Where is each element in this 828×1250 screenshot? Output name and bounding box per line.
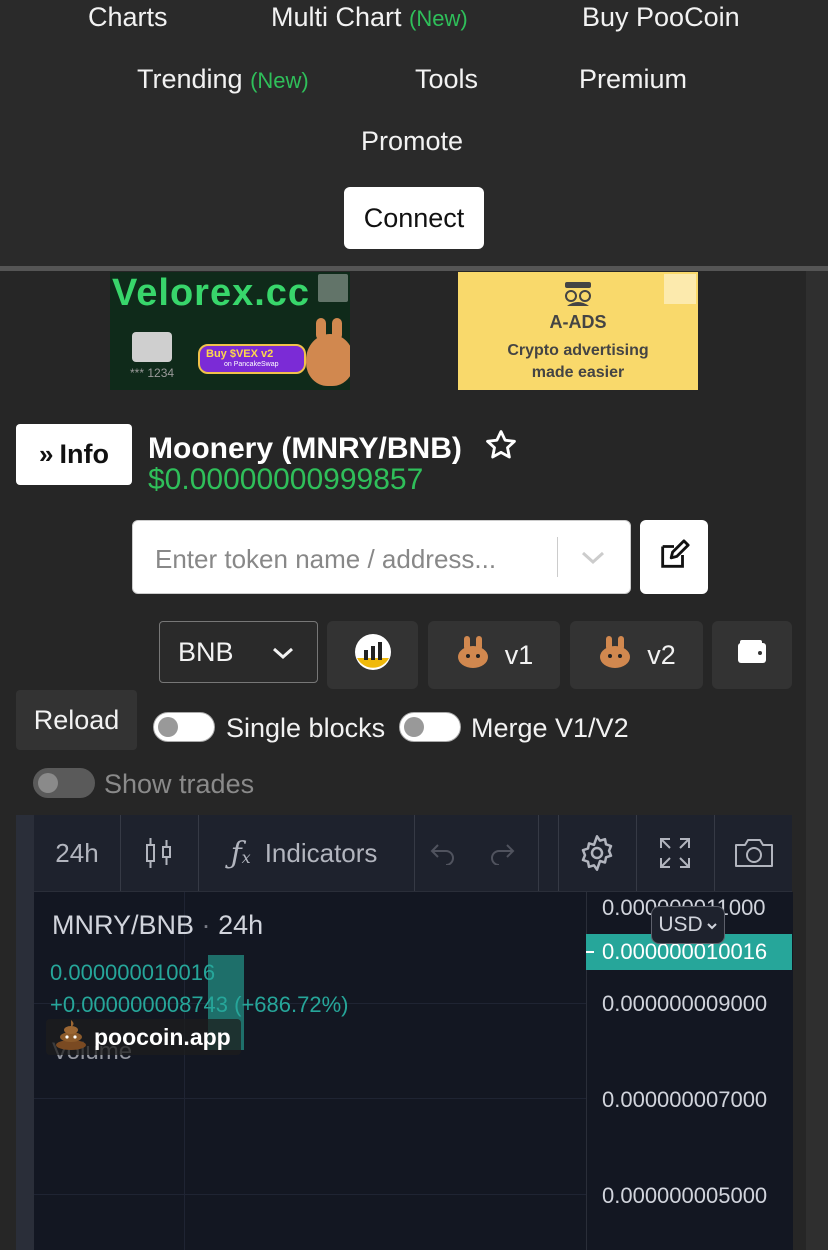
token-search-input[interactable] xyxy=(153,539,547,579)
edit-button[interactable] xyxy=(640,520,708,594)
search-divider xyxy=(557,537,558,577)
token-price: $0.00000000999857 xyxy=(148,463,424,496)
legend-last-value: 0.000000010016 xyxy=(50,960,216,985)
v1-label: v1 xyxy=(504,639,534,670)
show-trades-toggle[interactable] xyxy=(33,768,95,798)
candles-icon[interactable] xyxy=(121,815,197,891)
merge-v1-v2-toggle[interactable] xyxy=(399,712,461,742)
settings-gear-icon[interactable] xyxy=(559,815,635,891)
ad-line1: Crypto advertising xyxy=(507,342,649,359)
ad-info-icon[interactable] xyxy=(318,274,348,302)
grid-line xyxy=(34,1194,586,1195)
nav-tools-link[interactable]: Tools xyxy=(415,64,478,95)
ad-cta-sub: on PancakeSwap xyxy=(224,361,279,368)
chart-pane[interactable] xyxy=(34,892,586,1250)
single-blocks-toggle[interactable] xyxy=(153,712,215,742)
double-chevron-right-icon: » xyxy=(39,439,54,469)
pancake-bunny-icon xyxy=(455,634,491,677)
pancakeswap-v2-button[interactable]: v2 xyxy=(570,621,703,689)
price-tag-tick xyxy=(586,951,594,953)
ad-line2: made easier xyxy=(531,364,625,381)
nav-promote-link[interactable]: Promote xyxy=(361,126,463,157)
v2-label: v2 xyxy=(647,639,676,670)
fullscreen-icon[interactable] xyxy=(637,815,713,891)
new-badge: (New) xyxy=(250,68,309,93)
chevron-down-icon[interactable] xyxy=(579,545,607,574)
grid-line xyxy=(34,1098,586,1099)
chevron-down-icon xyxy=(706,913,718,937)
token-name: Moonery (MNRY/BNB) xyxy=(148,432,462,465)
ad-title: A-ADS xyxy=(549,312,607,332)
chip-icon xyxy=(132,332,172,362)
ad-brand: Velorex.cc xyxy=(112,272,311,314)
ad-card-number: *** 1234 xyxy=(130,366,175,380)
chevron-down-icon xyxy=(271,637,295,668)
price-tick: 0.000000009000 xyxy=(602,991,768,1016)
star-icon[interactable] xyxy=(484,428,518,470)
price-tick: 0.000000007000 xyxy=(602,1087,768,1112)
nav-divider xyxy=(0,266,828,271)
chart-symbol: MNRY/BNB xyxy=(52,910,195,940)
top-nav: Charts Multi Chart (New) Buy PooCoin Tre… xyxy=(0,0,828,266)
wallet-icon xyxy=(737,639,767,672)
scrollbar-track[interactable] xyxy=(806,271,828,1250)
mustache-logo-icon xyxy=(561,280,595,306)
undo-icon[interactable] xyxy=(415,815,471,891)
chart-provider-button[interactable] xyxy=(327,621,418,689)
ad-info-icon[interactable] xyxy=(664,274,696,304)
nav-multi-chart-label: Multi Chart xyxy=(271,2,402,32)
merge-v1-v2-label: Merge V1/V2 xyxy=(471,713,629,743)
poocoin-watermark: poocoin.app xyxy=(46,1019,241,1055)
function-icon: ƒx xyxy=(230,835,251,871)
chart-toolbar: 24h ƒx Indicators xyxy=(34,815,792,892)
nav-charts-link[interactable]: Charts xyxy=(88,2,168,33)
grid-line xyxy=(184,892,185,1250)
chart-interval: 24h xyxy=(218,910,264,940)
a-ads-banner[interactable]: A-ADS Crypto advertising made easier xyxy=(458,272,698,390)
indicators-button[interactable]: ƒx Indicators xyxy=(199,815,409,891)
ad-cta: Buy $VEX v2 xyxy=(206,348,274,360)
currency-label: USD xyxy=(658,913,703,936)
pancake-bunny-icon xyxy=(597,634,633,677)
show-trades-label: Show trades xyxy=(104,769,255,799)
chart-side-strip xyxy=(16,815,34,1250)
connect-button[interactable]: Connect xyxy=(344,187,484,249)
info-button[interactable]: » Info xyxy=(16,424,132,485)
info-label: Info xyxy=(59,439,109,469)
quote-currency-value: BNB xyxy=(178,636,234,667)
redo-icon[interactable] xyxy=(471,815,533,891)
camera-icon[interactable] xyxy=(715,815,792,891)
indicators-label: Indicators xyxy=(264,837,378,868)
chart-logo-icon xyxy=(353,632,393,679)
ad-cta-pill: Buy $VEX v2 on PancakeSwap xyxy=(198,344,306,374)
nav-trending-label: Trending xyxy=(137,64,243,94)
pancakeswap-v1-button[interactable]: v1 xyxy=(428,621,560,689)
legend-change: +0.000000008743 (+686.72%) xyxy=(50,992,349,1017)
edit-icon xyxy=(657,538,691,577)
nav-buy-poocoin-link[interactable]: Buy PooCoin xyxy=(582,2,740,33)
single-blocks-label: Single blocks xyxy=(226,713,386,743)
reload-button[interactable]: Reload xyxy=(16,690,137,750)
interval-button[interactable]: 24h xyxy=(34,815,120,891)
token-search-box[interactable] xyxy=(132,520,631,594)
nav-multi-chart-link[interactable]: Multi Chart (New) xyxy=(271,2,468,33)
pancake-bunny-icon xyxy=(306,318,350,386)
quote-currency-select[interactable]: BNB xyxy=(159,621,318,683)
wallet-button[interactable] xyxy=(712,621,792,689)
chart-legend-title: MNRY/BNB · 24h xyxy=(52,910,264,940)
new-badge: (New) xyxy=(409,6,468,31)
poop-icon xyxy=(54,1018,88,1056)
nav-trending-link[interactable]: Trending (New) xyxy=(137,64,309,95)
price-tick: 0.000000005000 xyxy=(602,1183,768,1208)
nav-premium-link[interactable]: Premium xyxy=(579,64,687,95)
watermark-text: poocoin.app xyxy=(94,1023,231,1050)
velorex-ad-banner[interactable]: Velorex.cc *** 1234 Buy $VEX v2 on Panca… xyxy=(110,272,350,390)
currency-selector[interactable]: USD xyxy=(651,906,725,944)
